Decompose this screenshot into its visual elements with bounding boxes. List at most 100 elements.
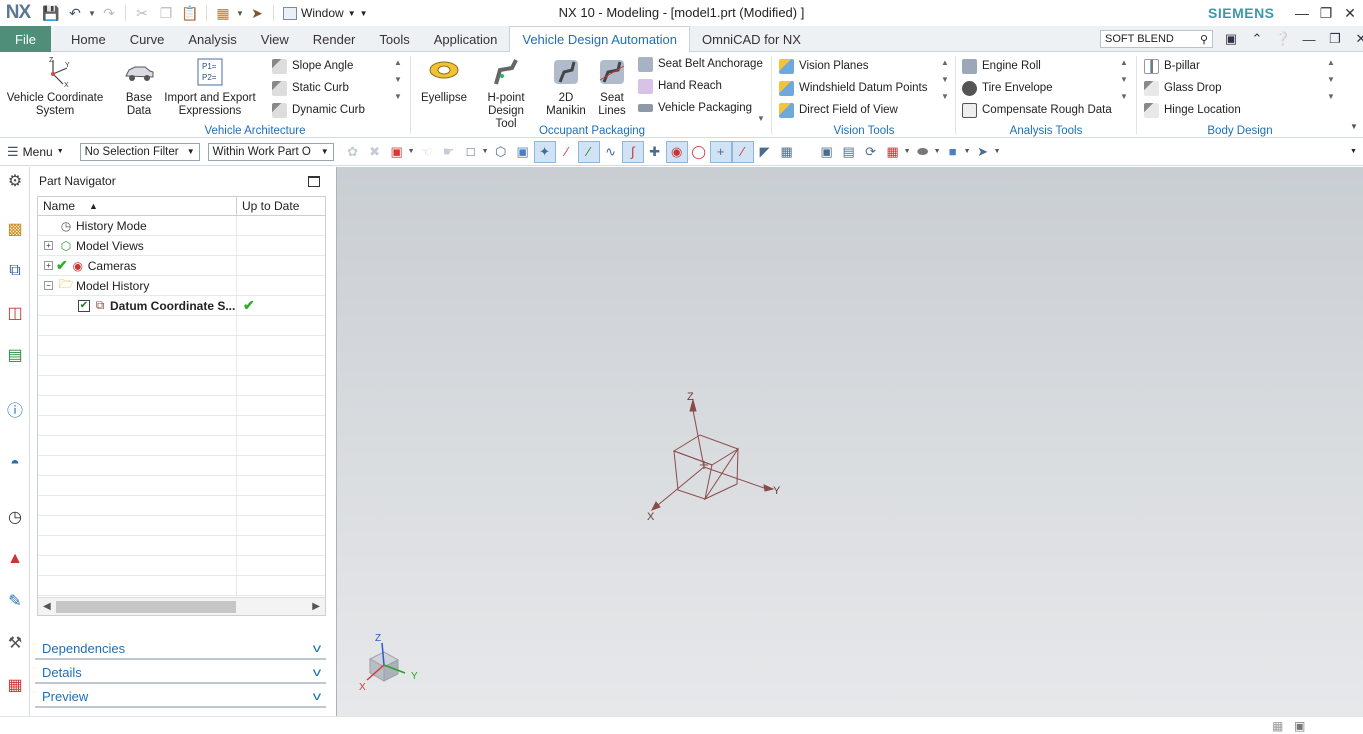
part-navigator-icon[interactable]: ◫ xyxy=(3,301,27,325)
tab-view[interactable]: View xyxy=(249,26,301,52)
select-solid-icon[interactable]: ⬡ xyxy=(490,141,512,163)
chevron-up-icon[interactable]: ▲ xyxy=(394,58,402,67)
snap-point-icon[interactable]: ✦ xyxy=(533,140,556,163)
select-face-icon[interactable]: ☛ xyxy=(438,141,460,163)
customize-dropdown-icon[interactable]: ▼ xyxy=(360,9,368,18)
occupant-packaging-more[interactable]: ▼ xyxy=(757,114,765,123)
undo-dropdown-icon[interactable]: ▼ xyxy=(88,9,96,18)
scroll-right-icon[interactable]: ▶ xyxy=(312,601,320,612)
redo-icon[interactable]: ↷ xyxy=(98,3,120,23)
assembly-navigator-icon[interactable]: ▩ xyxy=(3,217,27,241)
tree-row-model-history[interactable]: − 🗁 Model History xyxy=(38,276,325,296)
tab-application[interactable]: Application xyxy=(422,26,510,52)
tab-home[interactable]: Home xyxy=(59,26,118,52)
undo-icon[interactable]: ↶ xyxy=(64,3,86,23)
more-icon[interactable]: ▼ xyxy=(394,92,402,101)
restore-icon[interactable]: ❐ xyxy=(1314,2,1338,24)
roles-icon[interactable]: ▦ xyxy=(3,673,27,697)
scrollbar-thumb[interactable] xyxy=(56,601,236,613)
seat-lines-button[interactable]: Seat Lines xyxy=(592,56,632,118)
copy-icon[interactable]: ❐ xyxy=(155,3,177,23)
collapse-icon[interactable]: − xyxy=(44,281,53,290)
arc-center-icon[interactable]: ◉ xyxy=(665,140,688,163)
chevron-down-icon[interactable]: ▼ xyxy=(964,148,972,155)
repeat-command-icon[interactable]: ➤ xyxy=(246,3,268,23)
engine-roll-button[interactable]: Engine Roll xyxy=(962,55,1112,77)
chevron-down-icon[interactable]: ▼ xyxy=(1120,75,1128,84)
fit-view-icon[interactable]: ▣ xyxy=(816,141,838,163)
paste-icon[interactable]: 📋 xyxy=(179,3,201,23)
rotate-icon[interactable]: ⟳ xyxy=(860,141,882,163)
2d-manikin-button[interactable]: 2D Manikin xyxy=(542,56,590,118)
orient-view-icon[interactable]: ▦ xyxy=(882,141,904,163)
compensate-rough-data-button[interactable]: Compensate Rough Data xyxy=(962,99,1112,121)
web-browser-icon[interactable]: ⓘ xyxy=(3,397,27,421)
curve-point-icon[interactable]: ∿ xyxy=(600,141,622,163)
rectangle-select-icon[interactable]: □ xyxy=(460,141,482,163)
vehicle-packaging-button[interactable]: Vehicle Packaging xyxy=(638,97,763,119)
glass-drop-button[interactable]: Glass Drop xyxy=(1144,77,1241,99)
direct-field-of-view-button[interactable]: Direct Field of View xyxy=(779,99,927,121)
horizontal-scrollbar[interactable]: ◀ ▶ xyxy=(38,597,325,615)
tab-analysis[interactable]: Analysis xyxy=(176,26,248,52)
static-curb-button[interactable]: Static Curb xyxy=(272,77,365,99)
scroll-left-icon[interactable]: ◀ xyxy=(43,601,51,612)
chevron-down-icon[interactable]: ▼ xyxy=(934,148,942,155)
control-point-icon[interactable]: ∫ xyxy=(621,140,644,163)
body-design-gallery-scroll[interactable]: ▲ ▼ ▼ xyxy=(1327,58,1335,101)
collapse-ribbon-icon[interactable]: ⌃ xyxy=(1244,30,1270,48)
point-on-face-icon[interactable]: ◤ xyxy=(754,141,776,163)
assembly-selection-icon[interactable]: ✿ xyxy=(342,141,364,163)
analysis-tools-gallery-scroll[interactable]: ▲ ▼ ▼ xyxy=(1120,58,1128,101)
close-icon[interactable]: ✕ xyxy=(1338,2,1362,24)
preview-panel[interactable]: Preview v xyxy=(35,686,326,708)
maximize-icon[interactable] xyxy=(308,176,320,187)
selection-scope-dropdown[interactable]: Within Work Part O ▼ xyxy=(207,142,334,161)
intersection-icon[interactable]: ✚ xyxy=(644,141,666,163)
tab-omnicad[interactable]: OmniCAD for NX xyxy=(690,26,813,52)
more-icon[interactable]: ▼ xyxy=(1120,92,1128,101)
tree-row-cameras[interactable]: + ✔ ◉ Cameras xyxy=(38,256,325,276)
more-icon[interactable]: ▼ xyxy=(757,114,765,123)
eyellipse-button[interactable]: Eyellipse xyxy=(420,56,468,105)
save-icon[interactable]: 💾 xyxy=(40,3,62,23)
history-palette-icon[interactable]: ◓ xyxy=(3,452,27,476)
window-menu[interactable]: Window ▼ ▼ xyxy=(283,6,368,20)
minimize-icon[interactable]: — xyxy=(1290,2,1314,24)
deselect-icon[interactable]: ✖ xyxy=(364,141,386,163)
help-icon[interactable]: ❔ xyxy=(1270,30,1296,48)
more-icon[interactable]: ▼ xyxy=(1327,92,1335,101)
history-icon[interactable]: ◷ xyxy=(3,505,27,529)
selection-filter-dropdown[interactable]: No Selection Filter ▼ xyxy=(79,142,200,161)
system-materials-icon[interactable]: ▲ xyxy=(3,547,27,571)
visibility-checkbox[interactable]: ✔ xyxy=(78,299,90,312)
file-tab[interactable]: File xyxy=(0,26,51,52)
chevron-down-icon[interactable]: ▼ xyxy=(394,75,402,84)
b-pillar-button[interactable]: B-pillar xyxy=(1144,55,1241,77)
end-point-icon[interactable]: ∕ xyxy=(556,141,578,163)
selection-status-icon[interactable]: ▦ xyxy=(1272,719,1283,733)
import-export-expressions-button[interactable]: P1= P2= Import and Export Expressions xyxy=(160,56,260,118)
tab-tools[interactable]: Tools xyxy=(367,26,421,52)
dependencies-panel[interactable]: Dependencies v xyxy=(35,638,326,660)
search-icon[interactable]: ⚲ xyxy=(1200,33,1208,46)
vision-planes-button[interactable]: Vision Planes xyxy=(779,55,927,77)
select-feature-icon[interactable]: ▣ xyxy=(386,141,408,163)
vehicle-architecture-gallery-scroll[interactable]: ▲ ▼ ▼ xyxy=(394,58,402,101)
full-screen-icon[interactable]: ▣ xyxy=(1294,719,1305,733)
base-data-button[interactable]: Base Data xyxy=(116,56,162,118)
ribbon-options-dropdown-icon[interactable]: ▼ xyxy=(1350,122,1358,131)
tab-render[interactable]: Render xyxy=(301,26,368,52)
select-body-icon[interactable]: ▣ xyxy=(512,141,534,163)
column-header-up-to-date[interactable]: Up to Date xyxy=(237,197,325,215)
touch-mode-dropdown-icon[interactable]: ▼ xyxy=(236,9,244,18)
slope-angle-button[interactable]: Slope Angle xyxy=(272,55,365,77)
bounded-grid-icon[interactable]: ▦ xyxy=(776,141,798,163)
h-point-design-tool-button[interactable]: H-point Design Tool xyxy=(478,56,534,131)
tab-curve[interactable]: Curve xyxy=(118,26,177,52)
chevron-down-icon[interactable]: ▼ xyxy=(482,148,490,155)
command-finder-input[interactable]: SOFT BLEND ⚲ xyxy=(1100,30,1213,48)
chevron-up-icon[interactable]: ▲ xyxy=(1327,58,1335,67)
minimize-document-icon[interactable]: — xyxy=(1296,30,1322,48)
zoom-icon[interactable]: ▤ xyxy=(838,141,860,163)
